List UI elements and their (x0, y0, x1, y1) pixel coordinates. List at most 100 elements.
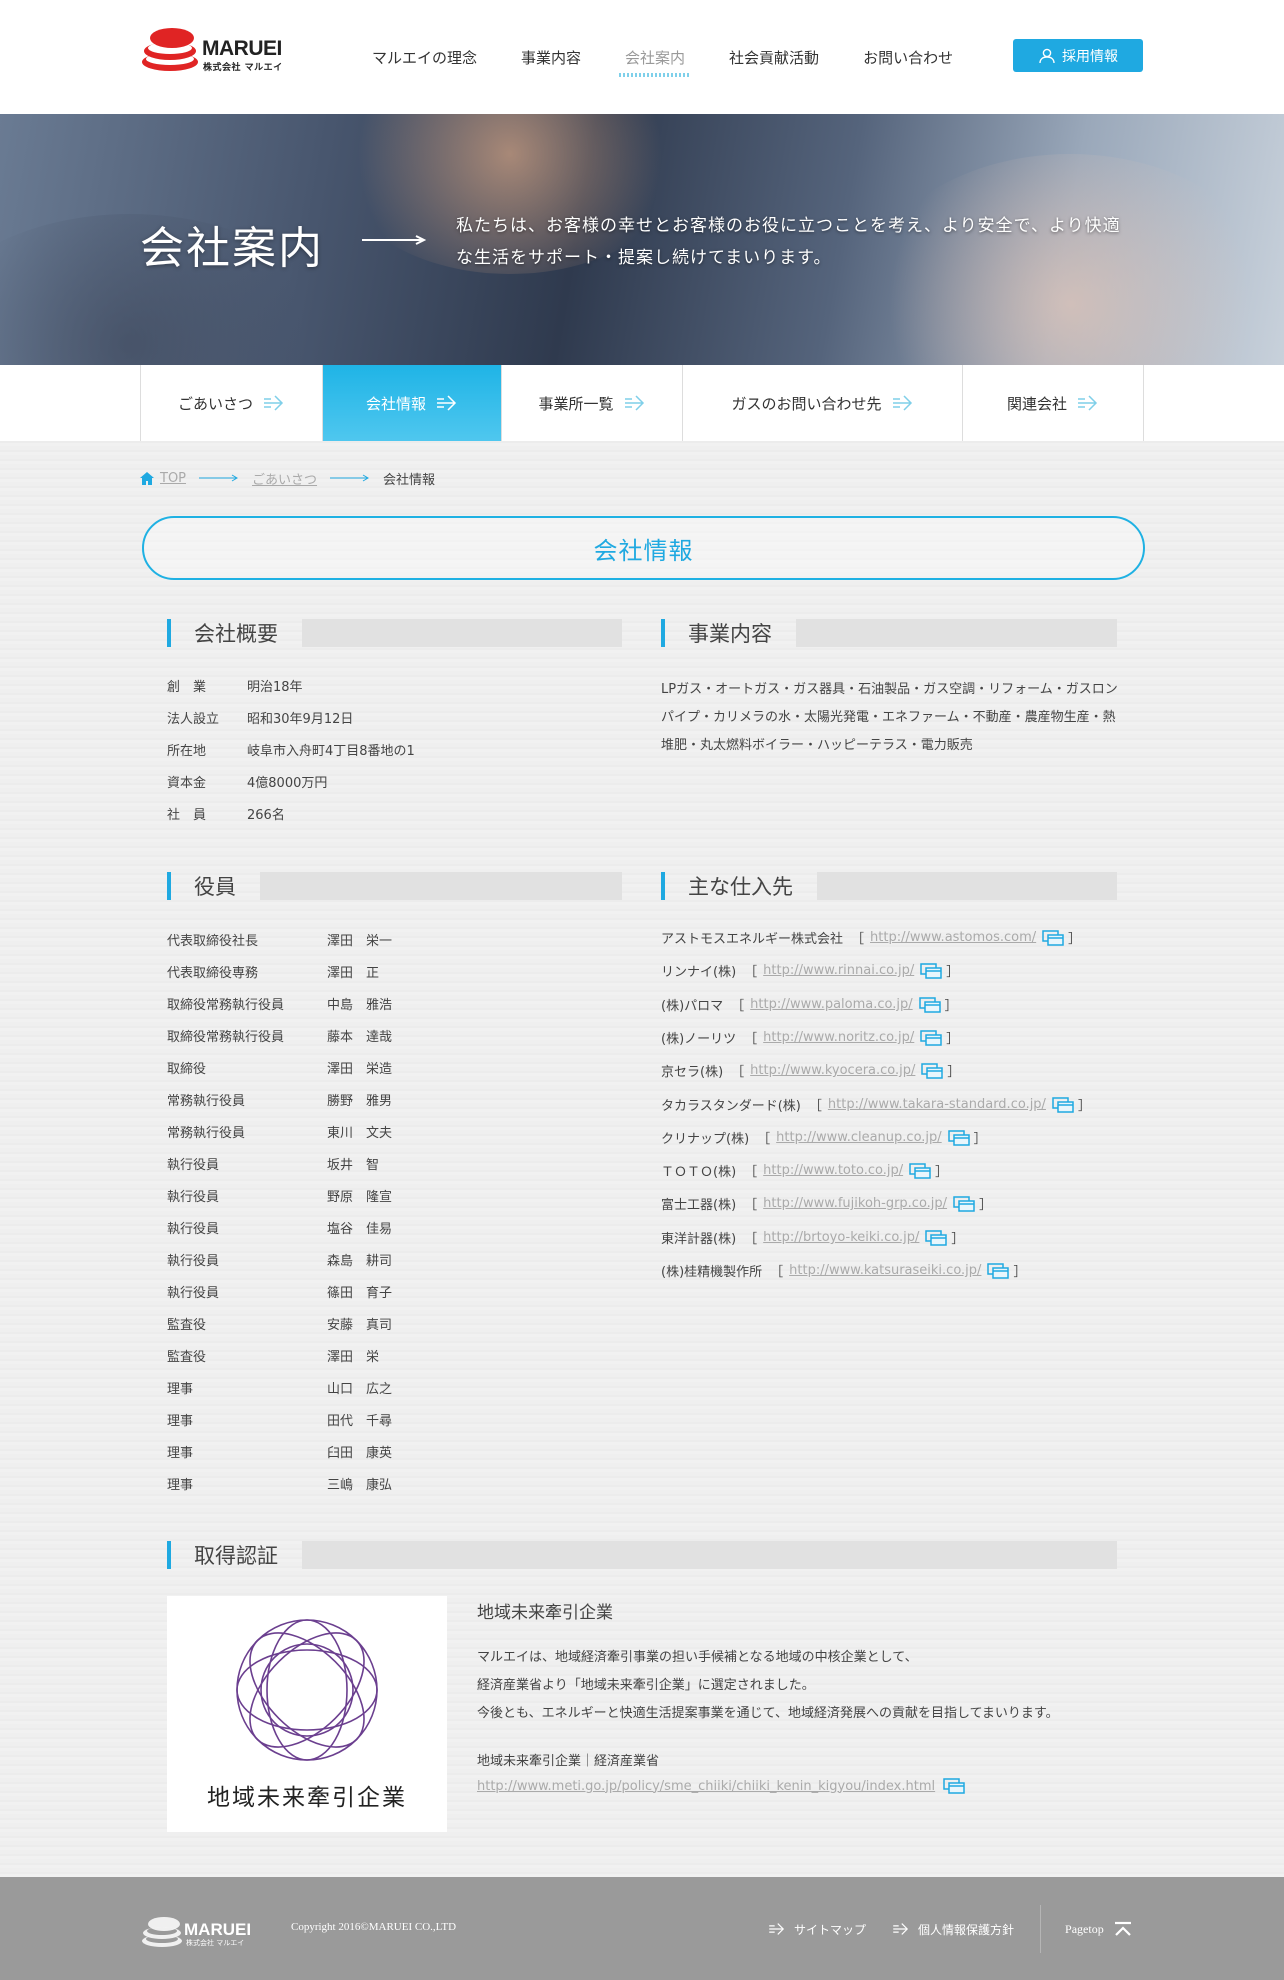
subnav-affiliates[interactable]: 関連会社 (963, 365, 1144, 441)
officer-row: 代表取締役社長 澤田 栄一 (167, 930, 392, 949)
officer-name: 森島 耕司 (327, 1254, 393, 1269)
supplier-name: (株)桂精機製作所 (661, 1265, 763, 1280)
subnav-label: 関連会社 (1006, 394, 1067, 413)
subnav-company-info[interactable]: 会社情報 (323, 365, 502, 441)
officer-name: 臼田 康英 (327, 1446, 393, 1461)
external-link-icon (947, 1129, 970, 1146)
nav-business[interactable]: 事業内容 (499, 0, 603, 114)
footer-privacy-label: 個人情報保護方針 (918, 1922, 1015, 1937)
bracket-close: ］ (946, 965, 960, 980)
officer-name: 藤本 達哉 (327, 1030, 393, 1045)
recruit-button[interactable]: 採用情報 (1013, 39, 1143, 72)
global-nav: マルエイの理念 事業内容 会社案内 社会貢献活動 お問い合わせ (350, 0, 975, 114)
nav-philosophy[interactable]: マルエイの理念 (350, 0, 499, 114)
officer-title: 理事 (167, 1478, 194, 1493)
arrow-right-icon (1078, 395, 1098, 411)
arrow-right-icon (624, 395, 644, 411)
external-link-icon (909, 1162, 931, 1179)
breadcrumb-top[interactable]: TOP (160, 471, 186, 486)
officer-name: 坂井 智 (327, 1158, 380, 1173)
supplier-name: リンナイ(株) (661, 965, 737, 980)
footer-logo-subtext: 株式会社 マルエイ (186, 1939, 245, 1947)
certification-link[interactable]: http://www.meti.go.jp/policy/sme_chiiki/… (477, 1779, 935, 1794)
nav-contact[interactable]: お問い合わせ (841, 0, 975, 114)
officer-row: 執行役員 坂井 智 (167, 1154, 379, 1173)
maruei-logo-icon (142, 28, 198, 71)
officer-title: 理事 (167, 1414, 194, 1429)
bracket-close: ］ (1077, 1099, 1091, 1114)
heading-label: 取得認証 (194, 1544, 278, 1568)
supplier-link[interactable]: http://www.astomos.com/ (870, 930, 1036, 945)
officer-row: 執行役員 森島 耕司 (167, 1250, 392, 1269)
officer-title: 執行役員 (167, 1190, 220, 1205)
bracket-open: ［ (851, 932, 865, 947)
officer-title: 取締役常務執行役員 (167, 998, 285, 1013)
subnav-label: ごあいさつ (177, 394, 253, 413)
supplier-link[interactable]: http://www.rinnai.co.jp/ (763, 963, 914, 978)
subnav-offices[interactable]: 事業所一覧 (502, 365, 683, 441)
officer-title: 代表取締役専務 (167, 966, 259, 981)
supplier-link[interactable]: http://brtoyo-keiki.co.jp/ (763, 1230, 919, 1245)
officer-title: 理事 (167, 1382, 194, 1397)
officer-title: 監査役 (167, 1318, 207, 1333)
external-link-icon (918, 996, 941, 1013)
officer-title: 執行役員 (167, 1254, 220, 1269)
certification-emblem-icon (236, 1619, 378, 1761)
overview-key: 法人設立 (167, 712, 220, 727)
subnav-label: 事業所一覧 (538, 394, 614, 413)
certification-link-row: http://www.meti.go.jp/policy/sme_chiiki/… (477, 1778, 969, 1794)
bracket-close: ］ (1068, 932, 1082, 947)
breadcrumb-greeting[interactable]: ごあいさつ (252, 469, 317, 488)
maruei-logo[interactable]: MARUEI 株式会社 マルエイ (140, 24, 290, 74)
site-header: MARUEI 株式会社 マルエイ マルエイの理念 事業内容 会社案内 社会貢献活… (0, 0, 1284, 114)
officer-name: 東川 文夫 (327, 1126, 393, 1141)
nav-social-contribution[interactable]: 社会貢献活動 (707, 0, 841, 114)
business-description: LPガス・オートガス・ガス器具・石油製品・ガス空調・リフォーム・ガスロンパイプ・… (661, 682, 1118, 753)
supplier-link[interactable]: http://www.fujikoh-grp.co.jp/ (763, 1196, 947, 1211)
section-heading-overview: 会社概要 (167, 619, 622, 647)
supplier-link[interactable]: http://www.kyocera.co.jp/ (750, 1063, 915, 1078)
footer-sitemap-link[interactable]: サイトマップ (768, 1921, 866, 1938)
bracket-close: ］ (944, 999, 958, 1014)
supplier-row: クリナップ(株) ［ http://www.cleanup.co.jp/ ］ (661, 1128, 987, 1147)
bracket-close: ］ (979, 1198, 993, 1213)
overview-value: 266名 (247, 808, 285, 823)
hero-banner: 会社案内 私たちは、お客様の幸せとお客様のお役に立つことを考え、より安全で、より… (0, 114, 1284, 365)
supplier-link[interactable]: http://www.takara-standard.co.jp/ (828, 1097, 1046, 1112)
supplier-row: (株)ノーリツ ［ http://www.noritz.co.jp/ ］ (661, 1028, 959, 1047)
logo-subtext: 株式会社 マルエイ (203, 63, 283, 73)
supplier-name: ＴＯＴＯ(株) (661, 1165, 737, 1180)
officer-name: 澤田 栄造 (327, 1062, 393, 1077)
officer-title: 執行役員 (167, 1286, 220, 1301)
bracket-open: ［ (731, 1065, 745, 1080)
supplier-row: ＴＯＴＯ(株) ［ http://www.toto.co.jp/ ］ (661, 1161, 948, 1180)
supplier-link[interactable]: http://www.paloma.co.jp/ (750, 997, 912, 1012)
nav-company[interactable]: 会社案内 (603, 0, 707, 114)
bracket-close: ］ (946, 1032, 960, 1047)
footer-logo[interactable]: MARUEI 株式会社 マルエイ (140, 1914, 251, 1948)
supplier-name: (株)ノーリツ (661, 1032, 737, 1047)
officer-title: 常務執行役員 (167, 1126, 246, 1141)
officer-row: 取締役常務執行役員 中島 雅浩 (167, 994, 392, 1013)
pagetop-button[interactable]: Pagetop (1065, 1921, 1132, 1937)
section-heading-business: 事業内容 (661, 619, 1117, 647)
supplier-link[interactable]: http://www.noritz.co.jp/ (763, 1030, 914, 1045)
officer-row: 監査役 安藤 真司 (167, 1314, 392, 1333)
external-link-icon (1052, 1096, 1074, 1113)
supplier-link[interactable]: http://www.toto.co.jp/ (763, 1163, 903, 1178)
supplier-name: タカラスタンダード(株) (661, 1099, 801, 1114)
subnav-gas-contact[interactable]: ガスのお問い合わせ先 (683, 365, 963, 441)
subnav-greeting[interactable]: ごあいさつ (141, 365, 323, 441)
home-icon (140, 471, 154, 485)
overview-row: 社 員 266名 (167, 804, 285, 823)
supplier-row: アストモスエネルギー株式会社 ［ http://www.astomos.com/ ］ (661, 928, 1081, 947)
supplier-link[interactable]: http://www.cleanup.co.jp/ (776, 1130, 942, 1145)
supplier-row: (株)桂精機製作所 ［ http://www.katsuraseiki.co.jp/… (661, 1261, 1026, 1280)
officer-row: 理事 田代 千尋 (167, 1410, 392, 1429)
overview-value: 4億8000万円 (247, 776, 328, 791)
external-link-icon (920, 962, 942, 979)
supplier-link[interactable]: http://www.katsuraseiki.co.jp/ (789, 1263, 981, 1278)
heading-fill-bar (817, 872, 1117, 900)
footer-privacy-link[interactable]: 個人情報保護方針 (892, 1921, 1014, 1938)
footer-divider (1040, 1905, 1042, 1953)
